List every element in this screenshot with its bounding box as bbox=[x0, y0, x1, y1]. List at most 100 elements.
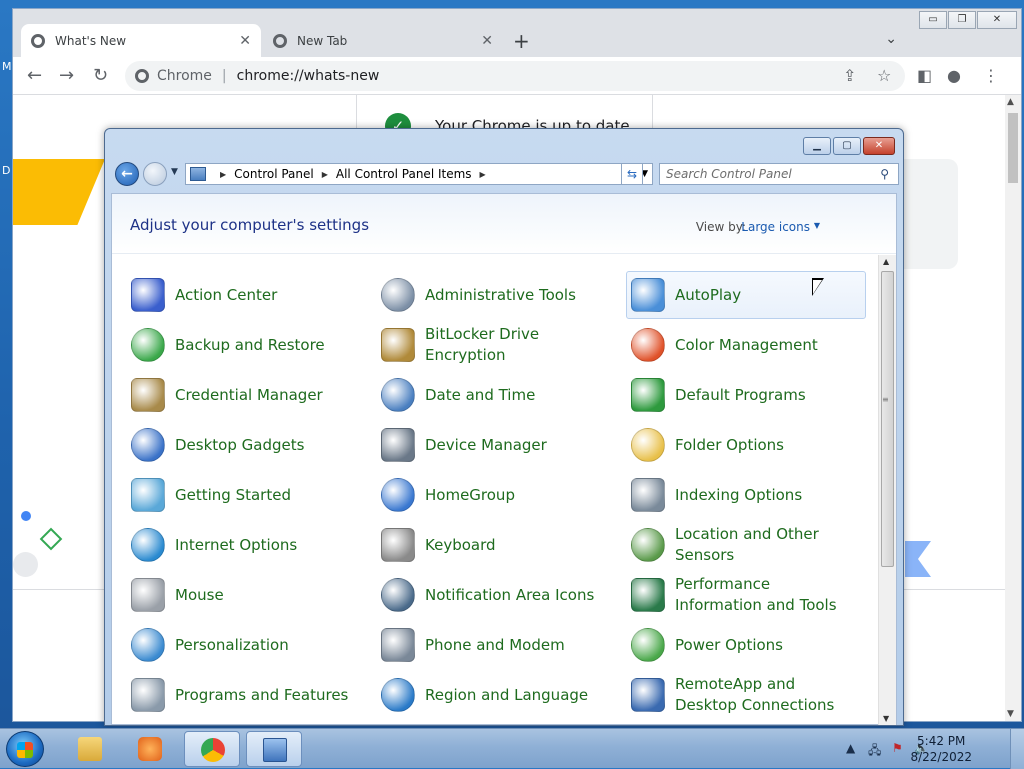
view-by-caret-icon[interactable]: ▼ bbox=[814, 221, 820, 230]
cp-item-keyboard[interactable]: Keyboard bbox=[376, 521, 616, 569]
scroll-down-icon[interactable]: ▼ bbox=[1007, 709, 1014, 719]
scroll-up-icon[interactable]: ▲ bbox=[883, 257, 889, 266]
cp-item-backup-and-restore[interactable]: Backup and Restore bbox=[126, 321, 366, 369]
cp-item-remoteapp-and-desktop-connections[interactable]: RemoteApp and Desktop Connections bbox=[626, 671, 866, 719]
cp-item-phone-and-modem[interactable]: Phone and Modem bbox=[376, 621, 616, 669]
reload-icon[interactable]: ↻ bbox=[93, 65, 108, 86]
cp-item-power-options[interactable]: Power Options bbox=[626, 621, 866, 669]
getting-started-icon bbox=[131, 478, 165, 512]
scroll-thumb[interactable] bbox=[1008, 113, 1018, 183]
breadcrumb-chevron-icon[interactable]: ▶ bbox=[322, 170, 328, 179]
color-management-icon bbox=[631, 328, 665, 362]
cp-forward-button[interactable] bbox=[143, 162, 167, 186]
cp-minimize-button[interactable]: ▁ bbox=[803, 137, 831, 155]
cp-item-label: Desktop Gadgets bbox=[175, 435, 305, 454]
cp-item-date-and-time[interactable]: Date and Time bbox=[376, 371, 616, 419]
phone-icon bbox=[381, 628, 415, 662]
back-arrow-icon[interactable]: ← bbox=[27, 65, 42, 86]
refresh-icon[interactable]: ⇆ bbox=[621, 163, 643, 185]
cp-item-label: Location and Other Sensors bbox=[675, 525, 819, 564]
power-icon bbox=[631, 628, 665, 662]
network-icon[interactable]: 🖧 bbox=[868, 741, 881, 762]
cp-item-folder-options[interactable]: Folder Options bbox=[626, 421, 866, 469]
cp-item-label: Phone and Modem bbox=[425, 635, 565, 654]
chrome-tab-strip: ▭ ❐ ✕ What's New ✕ New Tab ✕ + ⌄ ← → ↻ C… bbox=[13, 9, 1021, 95]
kebab-menu-icon[interactable]: ⋮ bbox=[983, 66, 999, 85]
cp-item-notification-area-icons[interactable]: Notification Area Icons bbox=[376, 571, 616, 619]
tab-whats-new[interactable]: What's New ✕ bbox=[21, 24, 261, 57]
default-programs-icon bbox=[631, 378, 665, 412]
cp-item-default-programs[interactable]: Default Programs bbox=[626, 371, 866, 419]
scroll-thumb[interactable] bbox=[881, 271, 894, 567]
side-panel-icon[interactable]: ◧ bbox=[917, 66, 932, 85]
cp-item-label: Performance Information and Tools bbox=[675, 575, 837, 614]
cp-item-label: HomeGroup bbox=[425, 485, 515, 504]
media-player-icon bbox=[138, 737, 162, 761]
cp-item-location-and-other-sensors[interactable]: Location and Other Sensors bbox=[626, 521, 866, 569]
forward-arrow-icon[interactable]: → bbox=[59, 65, 74, 86]
taskbar-explorer-button[interactable] bbox=[62, 731, 118, 767]
cp-search-input[interactable]: Search Control Panel bbox=[659, 163, 899, 185]
profile-avatar-icon[interactable]: ● bbox=[947, 66, 961, 85]
breadcrumb-chevron-icon[interactable]: ▶ bbox=[480, 170, 486, 179]
cp-item-action-center[interactable]: Action Center bbox=[126, 271, 366, 319]
tab-new-tab[interactable]: New Tab ✕ bbox=[263, 24, 503, 57]
cp-item-color-management[interactable]: Color Management bbox=[626, 321, 866, 369]
chrome-maximize-button[interactable]: ❐ bbox=[948, 11, 976, 29]
breadcrumb-all-items[interactable]: All Control Panel Items bbox=[336, 167, 472, 181]
cp-item-getting-started[interactable]: Getting Started bbox=[126, 471, 366, 519]
cp-item-device-manager[interactable]: Device Manager bbox=[376, 421, 616, 469]
cp-close-button[interactable]: ✕ bbox=[863, 137, 895, 155]
chrome-scrollbar[interactable]: ▲ ▼ bbox=[1005, 95, 1021, 721]
view-by-dropdown[interactable]: Large icons bbox=[741, 220, 810, 234]
scroll-up-icon[interactable]: ▲ bbox=[1007, 97, 1014, 107]
bookmark-star-icon[interactable]: ☆ bbox=[877, 66, 891, 85]
breadcrumb-control-panel[interactable]: Control Panel bbox=[234, 167, 314, 181]
homegroup-icon bbox=[381, 478, 415, 512]
cp-item-bitlocker-drive-encryption[interactable]: BitLocker Drive Encryption bbox=[376, 321, 616, 369]
folder-icon bbox=[631, 428, 665, 462]
scroll-grip: ≡ bbox=[882, 395, 889, 404]
show-hidden-icons-icon[interactable]: ▲ bbox=[846, 741, 855, 755]
cp-back-button[interactable]: ← bbox=[115, 162, 139, 186]
chrome-minimize-button[interactable]: ▭ bbox=[919, 11, 947, 29]
cp-item-desktop-gadgets[interactable]: Desktop Gadgets bbox=[126, 421, 366, 469]
cp-item-label: AutoPlay bbox=[675, 285, 742, 304]
cp-item-internet-options[interactable]: Internet Options bbox=[126, 521, 366, 569]
new-tab-plus-icon[interactable]: + bbox=[513, 29, 530, 53]
address-bar[interactable]: Chrome | chrome://whats-new bbox=[125, 61, 905, 91]
calendar-clock-icon bbox=[381, 378, 415, 412]
cp-item-label: RemoteApp and Desktop Connections bbox=[675, 675, 835, 714]
search-icon[interactable]: ⚲ bbox=[880, 167, 889, 181]
cp-item-administrative-tools[interactable]: Administrative Tools bbox=[376, 271, 616, 319]
cp-item-indexing-options[interactable]: Indexing Options bbox=[626, 471, 866, 519]
tab-search-chevron-icon[interactable]: ⌄ bbox=[885, 31, 897, 47]
cp-scrollbar[interactable]: ▲ ≡ ▼ bbox=[878, 255, 896, 725]
cp-item-region-and-language[interactable]: Region and Language bbox=[376, 671, 616, 719]
cp-item-performance-information-and-tools[interactable]: Performance Information and Tools bbox=[626, 571, 866, 619]
taskbar-chrome-button[interactable] bbox=[184, 731, 240, 767]
show-desktop-button[interactable] bbox=[1010, 729, 1024, 769]
decorative-circle bbox=[13, 552, 38, 577]
tab-close-icon[interactable]: ✕ bbox=[481, 33, 493, 49]
tab-close-icon[interactable]: ✕ bbox=[239, 33, 251, 49]
cp-item-programs-and-features[interactable]: Programs and Features bbox=[126, 671, 366, 719]
chrome-close-button[interactable]: ✕ bbox=[977, 11, 1017, 29]
taskbar-media-player-button[interactable] bbox=[122, 731, 178, 767]
system-clock[interactable]: 5:42 PM 8/22/2022 bbox=[910, 733, 972, 765]
start-button[interactable] bbox=[6, 731, 44, 767]
share-icon[interactable]: ⇪ bbox=[843, 66, 856, 85]
cp-item-credential-manager[interactable]: Credential Manager bbox=[126, 371, 366, 419]
cp-item-personalization[interactable]: Personalization bbox=[126, 621, 366, 669]
keyboard-icon bbox=[381, 528, 415, 562]
scroll-down-icon[interactable]: ▼ bbox=[883, 714, 889, 723]
cp-address-bar[interactable]: ▶ Control Panel ▶ All Control Panel Item… bbox=[185, 163, 653, 185]
cp-item-autoplay[interactable]: AutoPlay bbox=[626, 271, 866, 319]
recent-pages-dropdown-icon[interactable]: ▼ bbox=[171, 167, 178, 177]
taskbar-control-panel-button[interactable] bbox=[246, 731, 302, 767]
cp-maximize-button[interactable]: ▢ bbox=[833, 137, 861, 155]
cp-item-mouse[interactable]: Mouse bbox=[126, 571, 366, 619]
action-center-flag-icon[interactable]: ⚑ bbox=[892, 741, 903, 755]
breadcrumb-chevron-icon[interactable]: ▶ bbox=[220, 170, 226, 179]
cp-item-homegroup[interactable]: HomeGroup bbox=[376, 471, 616, 519]
